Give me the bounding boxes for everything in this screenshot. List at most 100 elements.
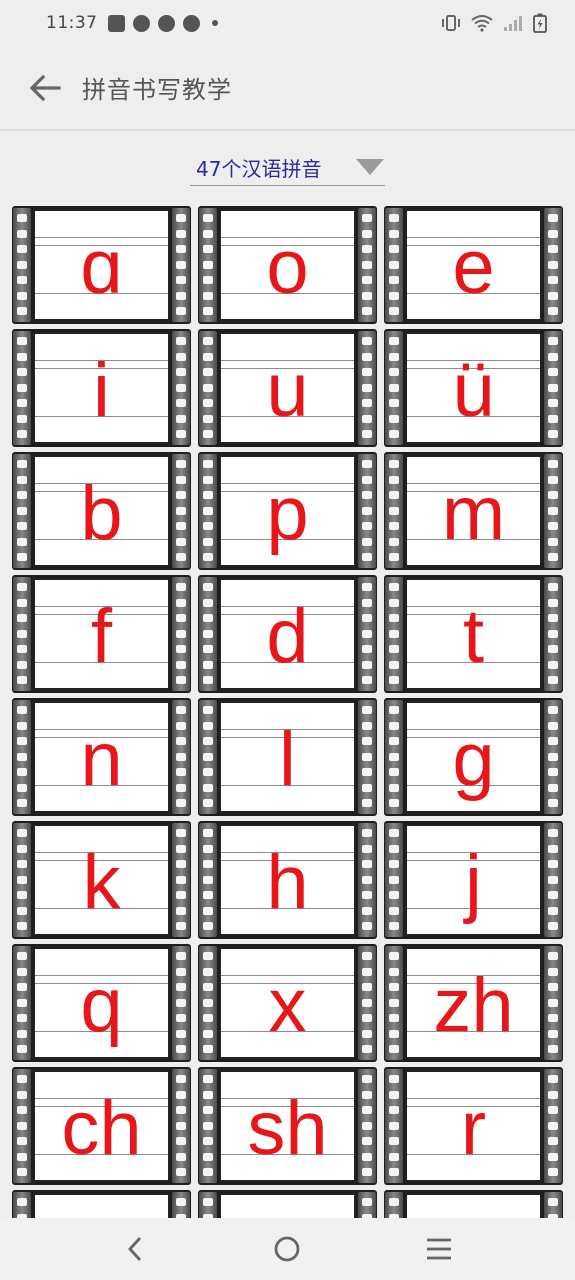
film-strip-decoration xyxy=(199,577,217,691)
nav-back-button[interactable] xyxy=(106,1224,166,1274)
category-spinner[interactable]: 47个汉语拼音 xyxy=(190,150,385,186)
pinyin-tile[interactable]: o xyxy=(198,206,377,324)
battery-charging-icon xyxy=(533,13,547,33)
app-notification-icon xyxy=(132,14,150,32)
film-strip-decoration xyxy=(172,700,190,814)
writing-frame xyxy=(405,1193,542,1218)
writing-frame: x xyxy=(219,947,356,1059)
film-strip-decoration xyxy=(358,1069,376,1183)
writing-frame: u xyxy=(219,332,356,444)
pinyin-tile[interactable] xyxy=(198,1190,377,1218)
triangle-down-icon xyxy=(356,159,384,175)
pinyin-tile[interactable]: zh xyxy=(384,944,563,1062)
film-strip-decoration xyxy=(544,208,562,322)
pinyin-tile[interactable]: u xyxy=(198,329,377,447)
app-notification-icon xyxy=(157,14,175,32)
film-strip-decoration xyxy=(385,946,403,1060)
film-strip-decoration xyxy=(358,577,376,691)
film-strip-decoration xyxy=(199,700,217,814)
pinyin-tile[interactable]: r xyxy=(384,1067,563,1185)
home-circle-icon xyxy=(275,1236,300,1262)
pinyin-letter: l xyxy=(279,717,296,802)
film-strip-decoration xyxy=(13,577,31,691)
pinyin-tile[interactable]: h xyxy=(198,821,377,939)
film-strip-decoration xyxy=(385,454,403,568)
writing-frame: o xyxy=(219,209,356,321)
pinyin-tile[interactable]: t xyxy=(384,575,563,693)
film-strip-decoration xyxy=(13,454,31,568)
film-strip-decoration xyxy=(544,454,562,568)
dot-icon xyxy=(211,20,218,26)
signal-icon xyxy=(504,16,522,31)
writing-frame: e xyxy=(405,209,542,321)
film-strip-decoration xyxy=(172,946,190,1060)
pinyin-tile[interactable]: g xyxy=(384,698,563,816)
pinyin-tile[interactable] xyxy=(12,1190,191,1218)
back-button[interactable] xyxy=(28,71,62,105)
status-time: 11:37 xyxy=(46,13,98,33)
pinyin-letter: m xyxy=(441,471,506,556)
writing-frame: m xyxy=(405,455,542,567)
pinyin-letter: x xyxy=(268,963,307,1048)
pinyin-letter: t xyxy=(462,594,485,679)
writing-frame: b xyxy=(33,455,170,567)
film-strip-decoration xyxy=(358,946,376,1060)
writing-frame: n xyxy=(33,701,170,813)
film-strip-decoration xyxy=(385,208,403,322)
pinyin-tile[interactable]: ü xyxy=(384,329,563,447)
pinyin-letter: b xyxy=(80,471,123,556)
pinyin-tile[interactable]: ɑ xyxy=(12,206,191,324)
pinyin-tile[interactable]: d xyxy=(198,575,377,693)
film-strip-decoration xyxy=(172,577,190,691)
writing-frame: f xyxy=(33,578,170,690)
wifi-icon xyxy=(471,15,493,32)
pinyin-letter: g xyxy=(452,717,495,802)
pinyin-tile[interactable]: n xyxy=(12,698,191,816)
pinyin-letter: p xyxy=(266,471,309,556)
pinyin-tile[interactable]: x xyxy=(198,944,377,1062)
writing-frame: ü xyxy=(405,332,542,444)
film-strip-decoration xyxy=(544,700,562,814)
nav-home-button[interactable] xyxy=(257,1224,317,1274)
film-strip-decoration xyxy=(385,577,403,691)
film-strip-decoration xyxy=(13,946,31,1060)
film-strip-decoration xyxy=(13,208,31,322)
pinyin-tile[interactable]: e xyxy=(384,206,563,324)
writing-frame: r xyxy=(405,1070,542,1182)
writing-frame: d xyxy=(219,578,356,690)
film-strip-decoration xyxy=(358,1192,376,1218)
status-bar: 11:37 xyxy=(0,0,575,46)
film-strip-decoration xyxy=(544,331,562,445)
film-strip-decoration xyxy=(199,208,217,322)
film-strip-decoration xyxy=(544,946,562,1060)
pinyin-tile[interactable]: p xyxy=(198,452,377,570)
pinyin-tile[interactable]: k xyxy=(12,821,191,939)
writing-frame: g xyxy=(405,701,542,813)
pinyin-letter: ch xyxy=(61,1086,142,1171)
film-strip-decoration xyxy=(544,823,562,937)
pinyin-letter: f xyxy=(90,594,113,679)
pinyin-tile[interactable]: ch xyxy=(12,1067,191,1185)
film-strip-decoration xyxy=(358,208,376,322)
pinyin-tile[interactable]: m xyxy=(384,452,563,570)
pinyin-tile[interactable] xyxy=(384,1190,563,1218)
writing-frame: zh xyxy=(405,947,542,1059)
nav-recents-button[interactable] xyxy=(409,1224,469,1274)
film-strip-decoration xyxy=(358,331,376,445)
pinyin-tile[interactable]: j xyxy=(384,821,563,939)
navigation-bar xyxy=(0,1218,575,1280)
pinyin-letter: u xyxy=(266,348,309,433)
spinner-selected-value: 47个汉语拼音 xyxy=(196,157,322,181)
pinyin-tile[interactable]: q xyxy=(12,944,191,1062)
pinyin-tile[interactable]: sh xyxy=(198,1067,377,1185)
pinyin-tile[interactable]: i xyxy=(12,329,191,447)
writing-frame: ch xyxy=(33,1070,170,1182)
pinyin-letter xyxy=(35,1195,168,1218)
pinyin-letter: ü xyxy=(452,348,495,433)
pinyin-tile[interactable]: l xyxy=(198,698,377,816)
writing-frame: ɑ xyxy=(33,209,170,321)
pinyin-letter: r xyxy=(460,1086,487,1171)
pinyin-tile[interactable]: b xyxy=(12,452,191,570)
pinyin-tile[interactable]: f xyxy=(12,575,191,693)
app-notification-icon xyxy=(182,14,200,32)
